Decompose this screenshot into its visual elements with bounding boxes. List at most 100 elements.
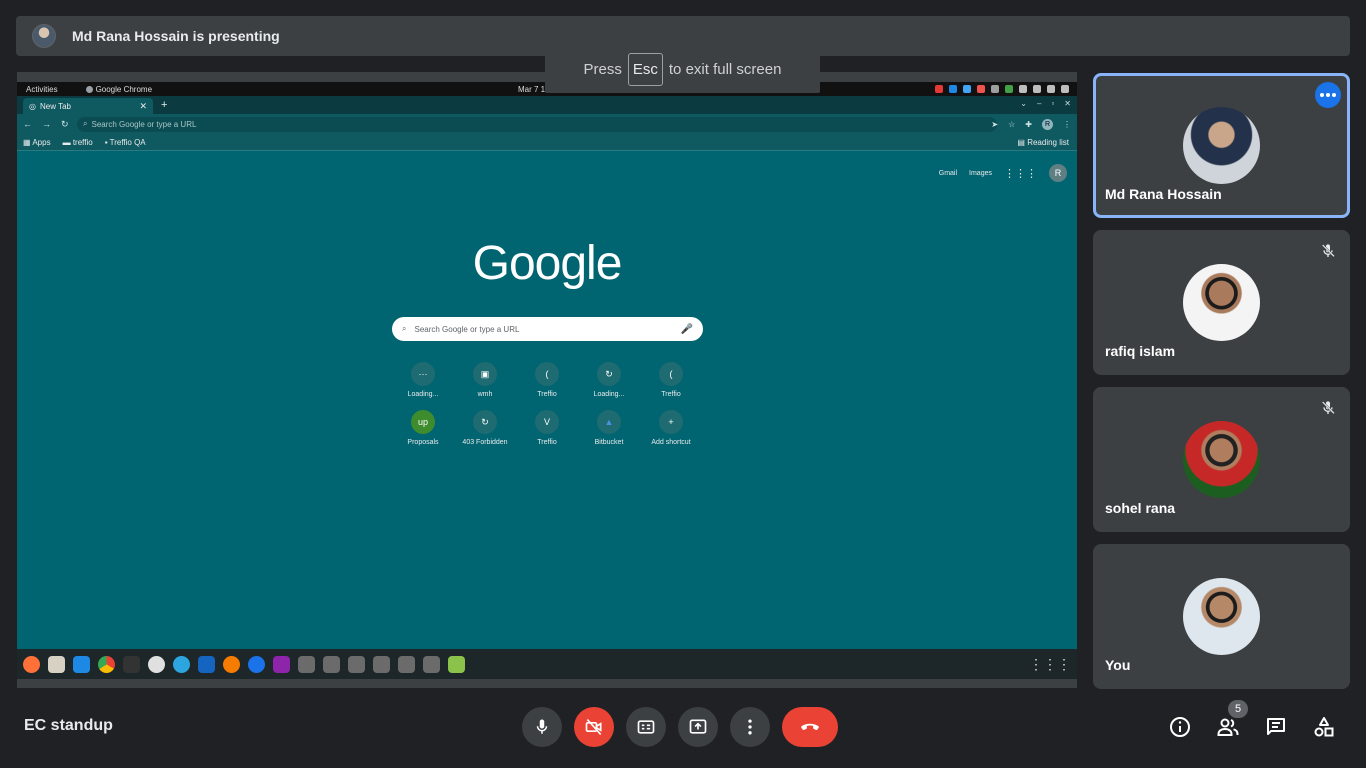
tab-new-tab: ◎ New Tab ✕ xyxy=(23,98,153,114)
leave-call-button[interactable] xyxy=(782,707,838,747)
close-tab-icon: ✕ xyxy=(139,100,147,111)
voice-search-icon: 🎤 xyxy=(680,323,693,335)
shortcut-icon: ↻ xyxy=(473,410,497,434)
vue-icon: V xyxy=(535,410,559,434)
terminal-icon xyxy=(123,655,140,673)
gmail-link: Gmail xyxy=(938,169,958,177)
meeting-details-button[interactable] xyxy=(1167,714,1193,740)
participant-name: You xyxy=(1105,657,1131,673)
browser-toolbar: ← → ↻ ⌕ Search Google or type a URL ➤ ☆ … xyxy=(17,114,1077,134)
profile-icon: R xyxy=(1042,118,1053,130)
shortcut-tile: (Treffio xyxy=(516,362,578,398)
bitbucket-icon: ▲ xyxy=(597,410,621,434)
webstorm-icon xyxy=(198,655,215,673)
camera-off-icon xyxy=(585,718,602,736)
reading-list: ▤ Reading list xyxy=(1017,137,1069,147)
chrome-tab-icon: ◎ xyxy=(29,101,36,111)
reload-icon: ↻ xyxy=(61,118,69,129)
menu-icon: ⋮ xyxy=(1063,119,1071,129)
captions-icon xyxy=(637,720,655,734)
chat-icon xyxy=(1267,718,1285,735)
shared-screen: Activities Google Chrome Mar 7 12:50 PM … xyxy=(17,72,1077,688)
participant-name: sohel rana xyxy=(1105,500,1176,516)
shortcut-icon: ▣ xyxy=(473,362,497,386)
maximize-icon: ▫ xyxy=(1051,99,1055,108)
more-vert-icon xyxy=(748,719,752,735)
images-link: Images xyxy=(969,169,992,177)
shortcut-icon: ↻ xyxy=(597,362,621,386)
tray-icon xyxy=(1005,85,1013,93)
app-icon xyxy=(373,655,390,673)
shortcut-tile: up Proposals xyxy=(392,410,454,446)
bookmarks-bar: ▦ Apps ▬ treffio ▪ Treffio QA ▤ Reading … xyxy=(17,134,1077,151)
mic-off-icon xyxy=(1321,401,1335,415)
show-apps-icon: ⋮⋮⋮ xyxy=(1029,655,1071,672)
shortcut-tile: ↻ 403 Forbidden xyxy=(454,410,516,446)
shortcut-icon: ( xyxy=(659,362,683,386)
tab-strip: ◎ New Tab ✕ + ⌄ – ▫ ✕ xyxy=(17,96,1077,114)
star-icon: ☆ xyxy=(1008,119,1016,129)
avatar xyxy=(1183,107,1260,184)
trash-icon xyxy=(448,655,465,673)
tray-icon xyxy=(1033,85,1041,93)
minimize-icon: – xyxy=(1037,99,1042,108)
present-screen-button[interactable] xyxy=(678,707,718,747)
postman-icon xyxy=(223,655,240,673)
firefox-icon xyxy=(23,655,40,673)
google-logo: Google xyxy=(472,237,623,290)
bookmark-treffio-qa: ▪ Treffio QA xyxy=(104,137,146,147)
camera-button[interactable] xyxy=(574,707,614,747)
add-icon: + xyxy=(659,410,683,434)
participant-tile-md-rana-hossain[interactable]: Md Rana Hossain xyxy=(1093,73,1350,218)
presenter-avatar xyxy=(32,24,56,48)
close-icon: ✕ xyxy=(1064,99,1071,108)
participant-tile-rafiq-islam[interactable]: rafiq islam xyxy=(1093,230,1350,375)
telegram-icon xyxy=(173,655,190,673)
present-icon xyxy=(689,719,707,734)
shapes-icon xyxy=(1314,717,1334,737)
participant-count-badge: 5 xyxy=(1228,700,1248,718)
microphone-button[interactable] xyxy=(522,707,562,747)
participant-tile-sohel-rana[interactable]: sohel rana xyxy=(1093,387,1350,532)
toolbar-actions: ➤ ☆ ✚ R ⋮ xyxy=(991,118,1071,130)
skype-icon xyxy=(248,655,265,673)
activities-button[interactable] xyxy=(1311,714,1337,740)
phpstorm-icon xyxy=(273,655,290,673)
app-icon xyxy=(398,655,415,673)
captions-button[interactable] xyxy=(626,707,666,747)
call-end-icon xyxy=(801,723,819,731)
bookmark-apps: ▦ Apps xyxy=(23,137,51,147)
mic-icon xyxy=(536,719,548,734)
tray-icon xyxy=(935,85,943,93)
send-icon: ➤ xyxy=(991,119,999,129)
browser-window: ◎ New Tab ✕ + ⌄ – ▫ ✕ ← → ↻ ⌕ Search Goo… xyxy=(17,96,1077,649)
more-options-button[interactable] xyxy=(1315,82,1341,108)
tray-icon xyxy=(963,85,971,93)
app-icon xyxy=(298,655,315,673)
google-profile-avatar: R xyxy=(1049,164,1067,182)
shortcut-tile: ··· Loading... xyxy=(392,362,454,398)
extensions-icon: ✚ xyxy=(1025,119,1032,129)
chrome-icon xyxy=(98,655,115,673)
avatar xyxy=(1183,578,1260,655)
omnibox: ⌕ Search Google or type a URL xyxy=(77,116,997,132)
app-icon xyxy=(423,655,440,673)
mic-off-icon xyxy=(1321,244,1335,258)
upwork-icon: up xyxy=(411,410,435,434)
shortcut-tile: (Treffio xyxy=(640,362,702,398)
participant-tile-you[interactable]: You xyxy=(1093,544,1350,689)
apps-grid-icon: ⋮⋮⋮ xyxy=(1004,167,1037,180)
fullscreen-hint: Press Esc to exit full screen xyxy=(545,45,820,93)
info-icon xyxy=(1170,717,1190,737)
more-options-button[interactable] xyxy=(730,707,770,747)
tray-icon xyxy=(1047,85,1055,93)
search-icon: ⌕ xyxy=(83,119,88,128)
avatar xyxy=(1183,421,1260,498)
app-icon xyxy=(348,655,365,673)
chat-button[interactable] xyxy=(1263,714,1289,740)
shortcut-tile: ↻ Loading... xyxy=(578,362,640,398)
back-icon: ← xyxy=(23,119,32,129)
os-dock: ⋮⋮⋮ xyxy=(17,649,1077,679)
os-app-name: Google Chrome xyxy=(85,85,152,94)
new-tab-icon: + xyxy=(161,99,168,111)
